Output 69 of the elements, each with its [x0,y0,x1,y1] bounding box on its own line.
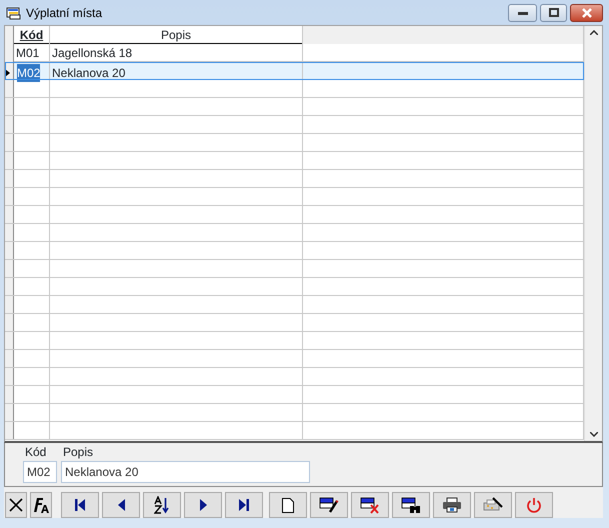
record-binoculars-icon [401,496,421,514]
edit-record-button[interactable] [310,492,348,518]
first-record-button[interactable] [61,492,99,518]
printer-icon [442,497,462,513]
skip-first-icon [75,498,85,512]
field-label: Popis [62,445,94,460]
previous-record-button[interactable] [102,492,140,518]
next-record-button[interactable] [184,492,222,518]
scroll-down-icon[interactable] [590,432,598,437]
sort-icon [154,496,170,514]
last-record-button[interactable] [225,492,263,518]
row-indicator-cell[interactable] [5,368,14,385]
table-cell: M02 [17,64,40,82]
row-indicator-cell[interactable] [5,206,14,223]
print-button[interactable] [433,492,471,518]
cross-icon [9,498,23,512]
code-field[interactable]: M02 [23,461,57,483]
minimize-icon [518,10,528,14]
row-indicator-cell[interactable] [5,152,14,169]
description-field[interactable]: Neklanova 20 [61,461,310,483]
next-icon [200,498,206,512]
table-cell-text: Neklanova 20 [52,65,126,82]
row-indicator-cell[interactable] [5,350,14,367]
skip-last-icon [239,498,249,512]
record-delete-icon [360,496,380,514]
close-icon [580,8,592,18]
close-button[interactable] [570,4,603,22]
row-indicator-cell[interactable] [5,188,14,205]
row-indicator-cell[interactable] [5,278,14,295]
delete-record-button[interactable] [351,492,389,518]
maximize-icon [548,8,558,17]
row-indicator-cell[interactable] [5,422,14,439]
font-icon [32,496,50,514]
row-indicator-cell[interactable] [5,26,14,44]
row-indicator-cell[interactable] [5,224,14,241]
record-edit-icon [319,496,339,514]
field-label: Kód [24,445,48,460]
table-cell-text: M01 [16,45,40,62]
app-icon [6,6,22,20]
power-icon [526,497,542,513]
sort-button[interactable] [143,492,181,518]
window-title: Výplatní místa [26,4,102,22]
row-indicator-cell[interactable] [5,170,14,187]
row-indicator-cell[interactable] [5,404,14,421]
row-indicator-cell[interactable] [5,314,14,331]
cancel-button[interactable] [5,492,27,518]
column-header[interactable]: Kód [14,26,50,44]
minimize-button[interactable] [508,4,537,22]
find-record-button[interactable] [392,492,430,518]
table-cell-text: Jagellonská 18 [52,45,132,62]
row-indicator-cell[interactable] [5,296,14,313]
row-indicator-cell[interactable] [5,260,14,277]
row-indicator-cell[interactable] [5,44,14,62]
row-indicator-cell[interactable] [5,242,14,259]
print-setup-button[interactable] [474,492,512,518]
row-indicator-cell[interactable] [5,98,14,115]
exit-button[interactable] [515,492,553,518]
row-indicator-cell[interactable] [5,386,14,403]
table-row[interactable]: M02 Neklanova 20 [5,62,584,80]
new-record-button[interactable] [269,492,307,518]
row-indicator-cell[interactable] [5,134,14,151]
document-icon [282,498,294,512]
row-pointer-icon [5,69,10,77]
scroll-up-icon[interactable] [590,30,598,35]
row-indicator-cell[interactable] [5,116,14,133]
maximize-button[interactable] [540,4,567,22]
previous-icon [118,498,124,512]
row-indicator-cell[interactable] [5,332,14,349]
font-button[interactable] [30,492,52,518]
